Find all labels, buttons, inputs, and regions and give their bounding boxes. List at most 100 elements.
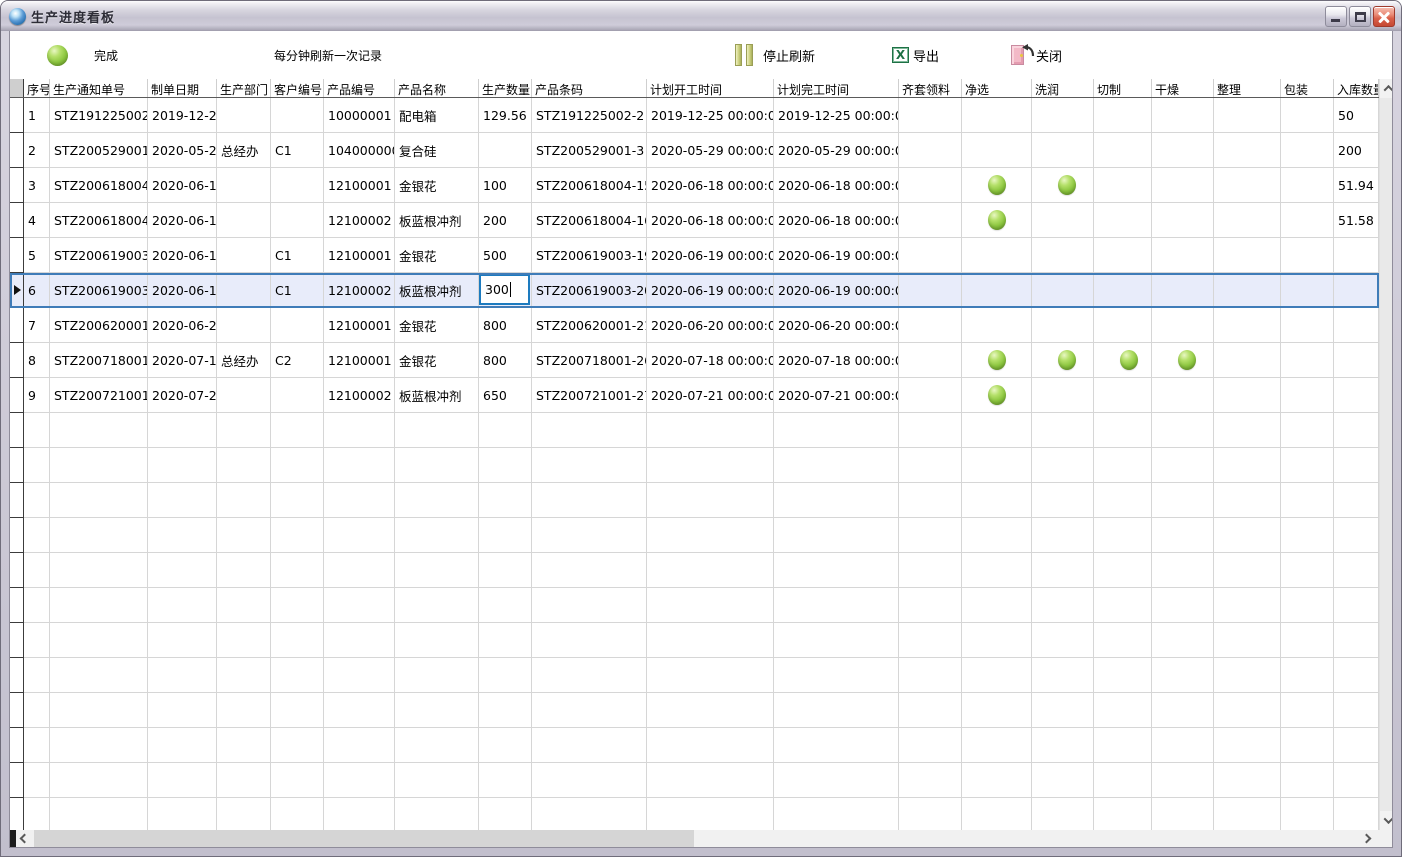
table-row[interactable]: 3STZ2006180042020-06-1812100001金银花100STZ… (10, 168, 1379, 203)
cell-stage_gz[interactable] (1152, 203, 1214, 238)
cell-plan_start[interactable] (647, 798, 774, 830)
row-indicator-cell[interactable] (10, 728, 24, 763)
cell-plan_start[interactable]: 2019-12-25 00:00:00 (647, 98, 774, 133)
cell-stage_qz[interactable] (1094, 623, 1152, 658)
cell-inbound[interactable] (1334, 763, 1379, 798)
cell-barcode[interactable] (532, 553, 647, 588)
row-indicator-cell[interactable] (10, 448, 24, 483)
cell-inbound[interactable] (1334, 588, 1379, 623)
cell-inbound[interactable] (1334, 518, 1379, 553)
cell-stage_bz[interactable] (1281, 483, 1334, 518)
cell-stage_zl[interactable] (1214, 203, 1281, 238)
cell-barcode[interactable]: STZ200620001-21 (532, 308, 647, 343)
cell-plan_end[interactable] (774, 693, 899, 728)
cell-stage_gz[interactable] (1152, 553, 1214, 588)
cell-date[interactable]: 2020-07-18 (148, 343, 217, 378)
cell-stage_bz[interactable] (1281, 658, 1334, 693)
cell-date[interactable] (148, 518, 217, 553)
cell-barcode[interactable] (532, 448, 647, 483)
row-indicator-cell[interactable] (10, 693, 24, 728)
empty-table-row[interactable] (10, 798, 1379, 830)
cell-qty[interactable] (479, 133, 532, 168)
cell-stage_zl[interactable] (1214, 273, 1281, 308)
cell-stage_jx[interactable] (962, 588, 1032, 623)
cell-stage_zl[interactable] (1214, 518, 1281, 553)
cell-stage_zl[interactable] (1214, 623, 1281, 658)
cell-stage_xr[interactable] (1032, 693, 1094, 728)
row-indicator-cell[interactable] (10, 168, 24, 203)
column-header-plan_start[interactable]: 计划开工时间 (647, 79, 774, 97)
cell-inbound[interactable] (1334, 623, 1379, 658)
cell-plan_end[interactable]: 2020-06-18 00:00:00 (774, 203, 899, 238)
cell-barcode[interactable] (532, 728, 647, 763)
cell-product_no[interactable] (324, 413, 395, 448)
cell-customer[interactable] (271, 413, 324, 448)
cell-stage_qtll[interactable] (899, 483, 962, 518)
cell-product_name[interactable] (395, 623, 479, 658)
cell-seq[interactable]: 1 (24, 98, 50, 133)
cell-seq[interactable] (24, 413, 50, 448)
vertical-scroll-track[interactable] (1380, 98, 1392, 811)
cell-product_no[interactable] (324, 728, 395, 763)
cell-stage_jx[interactable] (962, 238, 1032, 273)
cell-stage_jx[interactable] (962, 553, 1032, 588)
cell-stage_bz[interactable] (1281, 343, 1334, 378)
cell-inbound[interactable]: 51.94 (1334, 168, 1379, 203)
cell-product_no[interactable] (324, 798, 395, 830)
column-header-plan_end[interactable]: 计划完工时间 (774, 79, 899, 97)
cell-stage_jx[interactable] (962, 518, 1032, 553)
cell-plan_end[interactable]: 2019-12-25 00:00:00 (774, 98, 899, 133)
cell-dept[interactable] (217, 483, 271, 518)
cell-stage_jx[interactable] (962, 693, 1032, 728)
cell-inbound[interactable] (1334, 483, 1379, 518)
cell-qty[interactable] (479, 728, 532, 763)
cell-product_no[interactable] (324, 483, 395, 518)
column-header-notice[interactable]: 生产通知单号 (50, 79, 148, 97)
cell-stage_xr[interactable] (1032, 553, 1094, 588)
cell-stage_zl[interactable] (1214, 483, 1281, 518)
cell-customer[interactable] (271, 378, 324, 413)
horizontal-scroll-thumb[interactable] (34, 830, 694, 847)
cell-stage_bz[interactable] (1281, 133, 1334, 168)
row-indicator-cell[interactable] (10, 203, 24, 238)
cell-stage_qtll[interactable] (899, 623, 962, 658)
cell-notice[interactable]: STZ191225002 (50, 98, 148, 133)
cell-stage_xr[interactable] (1032, 308, 1094, 343)
cell-inbound[interactable] (1334, 798, 1379, 830)
cell-barcode[interactable]: STZ200529001-3 (532, 133, 647, 168)
cell-barcode[interactable] (532, 763, 647, 798)
cell-notice[interactable] (50, 588, 148, 623)
cell-qty[interactable]: 800 (479, 308, 532, 343)
scroll-left-button[interactable] (16, 830, 33, 847)
cell-qty[interactable]: 500 (479, 238, 532, 273)
cell-barcode[interactable] (532, 413, 647, 448)
cell-date[interactable] (148, 658, 217, 693)
cell-stage_qtll[interactable] (899, 553, 962, 588)
cell-date[interactable]: 2020-07-21 (148, 378, 217, 413)
cell-seq[interactable]: 9 (24, 378, 50, 413)
cell-stage_qtll[interactable] (899, 658, 962, 693)
row-indicator-cell[interactable] (10, 308, 24, 343)
table-row[interactable]: 5STZ2006190032020-06-19C112100001金银花500S… (10, 238, 1379, 273)
cell-product_no[interactable]: 12100002 (324, 273, 395, 308)
cell-product_name[interactable] (395, 553, 479, 588)
cell-customer[interactable] (271, 728, 324, 763)
cell-customer[interactable] (271, 308, 324, 343)
empty-table-row[interactable] (10, 658, 1379, 693)
cell-product_no[interactable] (324, 588, 395, 623)
cell-stage_xr[interactable] (1032, 133, 1094, 168)
cell-product_name[interactable]: 配电箱 (395, 98, 479, 133)
cell-product_name[interactable] (395, 728, 479, 763)
cell-dept[interactable] (217, 448, 271, 483)
cell-plan_end[interactable]: 2020-07-18 00:00:00 (774, 343, 899, 378)
empty-table-row[interactable] (10, 623, 1379, 658)
cell-stage_qz[interactable] (1094, 203, 1152, 238)
vertical-scroll-thumb[interactable] (1380, 98, 1392, 811)
cell-qty[interactable]: 200 (479, 203, 532, 238)
cell-qty[interactable] (479, 483, 532, 518)
cell-dept[interactable] (217, 728, 271, 763)
cell-product_name[interactable] (395, 518, 479, 553)
cell-barcode[interactable]: STZ191225002-2 (532, 98, 647, 133)
cell-stage_jx[interactable] (962, 728, 1032, 763)
cell-product_no[interactable]: 12100001 (324, 168, 395, 203)
